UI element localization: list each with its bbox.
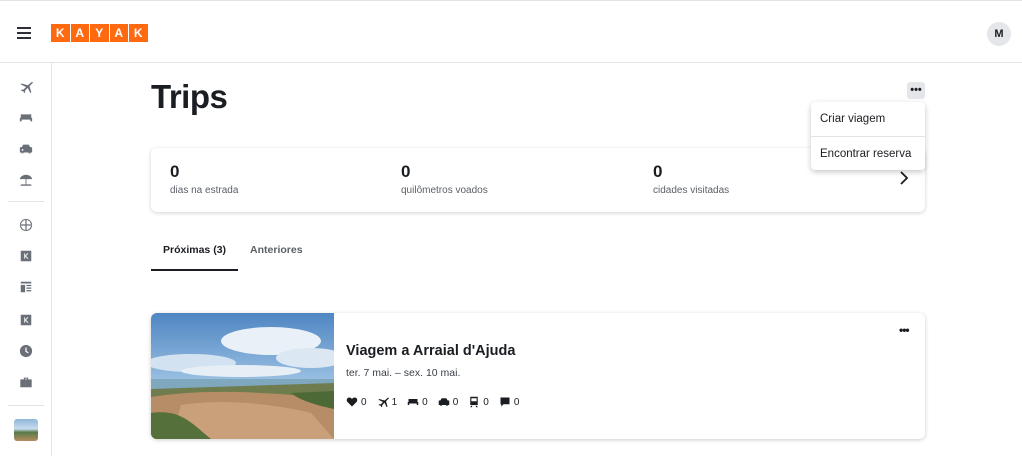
stats-card: 0 dias na estrada 0 quilômetros voados 0… [151,148,925,212]
count-flights: 1 [377,396,398,408]
menu-item-find-booking[interactable]: Encontrar reserva [811,136,925,170]
count-value: 0 [422,396,428,408]
stat-label: dias na estrada [170,185,239,196]
kayak-k-icon[interactable] [18,248,34,264]
stat-value: 0 [170,162,180,181]
chevron-right-icon[interactable] [898,170,910,186]
more-options-button[interactable]: ••• [907,82,925,99]
beach-umbrella-icon[interactable] [18,172,34,188]
layout-icon[interactable] [18,279,34,295]
trip-more-options-button[interactable]: ••• [899,323,910,337]
car-icon [438,398,449,406]
logo-letter: A [109,24,128,42]
top-bar: K A Y A K M [0,0,1022,63]
trip-card[interactable]: Viagem a Arraial d'Ajuda ter. 7 mai. – s… [151,313,925,439]
sidebar-divider [8,201,44,202]
tab-upcoming[interactable]: Próximas (3) [151,238,239,271]
logo-letter: K [51,24,70,42]
kayak-logo[interactable]: K A Y A K [51,24,148,42]
globe-icon[interactable] [18,217,34,233]
count-value: 0 [361,396,367,408]
count-value: 1 [391,396,398,408]
count-value: 0 [513,396,520,408]
kayak-k-icon[interactable] [18,312,34,328]
options-dropdown: Criar viagem Encontrar reserva [811,102,925,170]
logo-letter: A [70,24,89,42]
stat-cities: 0 cidades visitadas [653,162,729,196]
heart-icon [346,397,358,407]
bed-icon [407,399,419,405]
trip-thumbnail[interactable] [14,419,38,441]
stat-km: 0 quilômetros voados [401,162,488,196]
plane-icon [378,397,389,408]
stat-label: cidades visitadas [653,185,730,196]
trip-title[interactable]: Viagem a Arraial d'Ajuda [346,343,515,359]
trip-image[interactable] [151,313,334,439]
stat-value: 0 [401,162,411,181]
sidebar-divider [8,405,44,406]
stat-label: quilômetros voados [401,185,488,196]
menu-icon[interactable] [17,27,31,39]
stat-days: 0 dias na estrada [170,162,238,196]
count-trains: 0 [468,396,489,408]
count-cars: 0 [438,396,459,408]
clock-icon[interactable] [18,343,34,359]
logo-letter: Y [90,24,109,42]
logo-letter: K [129,24,148,42]
car-icon[interactable] [18,141,34,157]
trip-counts: 0 1 0 0 0 0 [346,396,519,408]
avatar[interactable]: M [987,22,1011,46]
stat-value: 0 [653,162,663,181]
bed-icon[interactable] [18,109,34,125]
count-saved: 0 [346,396,367,408]
tab-past[interactable]: Anteriores [238,238,315,271]
plane-icon[interactable] [18,79,34,95]
count-value: 0 [483,396,489,408]
page-title: Trips [151,78,228,115]
briefcase-icon[interactable] [18,374,34,390]
train-icon [470,396,478,408]
sidebar [0,63,52,456]
trip-tabs: Próximas (3) Anteriores [151,238,315,272]
count-value: 0 [452,396,459,408]
trip-dates: ter. 7 mai. – sex. 10 mai. [346,367,461,379]
count-stays: 0 [407,396,428,408]
count-notes: 0 [499,396,520,408]
menu-item-create-trip[interactable]: Criar viagem [811,102,925,136]
comment-icon [500,397,510,407]
